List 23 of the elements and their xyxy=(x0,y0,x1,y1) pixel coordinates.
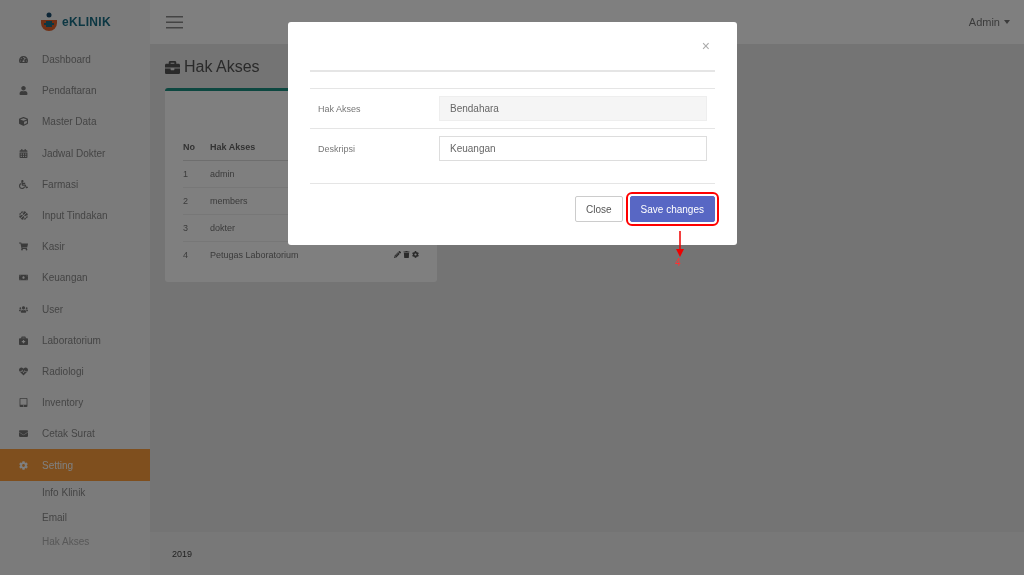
close-button[interactable]: × xyxy=(701,38,715,54)
table-cell: 3 xyxy=(183,214,210,242)
table-cell: 1 xyxy=(183,160,210,188)
row-actions[interactable] xyxy=(394,251,419,258)
field-label: Hak Akses xyxy=(317,103,362,114)
column-header: No xyxy=(183,134,210,161)
table-cell: 4 xyxy=(183,241,210,268)
gear-icon[interactable] xyxy=(412,251,419,258)
close-button[interactable]: Close xyxy=(575,196,623,222)
logo-icon xyxy=(39,12,60,32)
annotation-number: 4 xyxy=(675,257,681,268)
table-cell: 2 xyxy=(183,187,210,215)
trash-icon[interactable] xyxy=(403,251,410,258)
input-field[interactable]: Keuangan xyxy=(439,136,707,161)
arrow-icon xyxy=(676,231,684,257)
brand-name: eKLINIK xyxy=(62,15,111,29)
field-label: Deskripsi xyxy=(317,143,356,154)
caret-icon xyxy=(1004,20,1010,24)
sidebar-item[interactable]: Setting xyxy=(0,449,150,481)
briefcase-icon xyxy=(165,59,180,75)
pencil-icon[interactable] xyxy=(394,251,401,258)
footer-text: 2019 xyxy=(172,548,193,559)
user-menu[interactable]: Admin xyxy=(968,16,1010,28)
